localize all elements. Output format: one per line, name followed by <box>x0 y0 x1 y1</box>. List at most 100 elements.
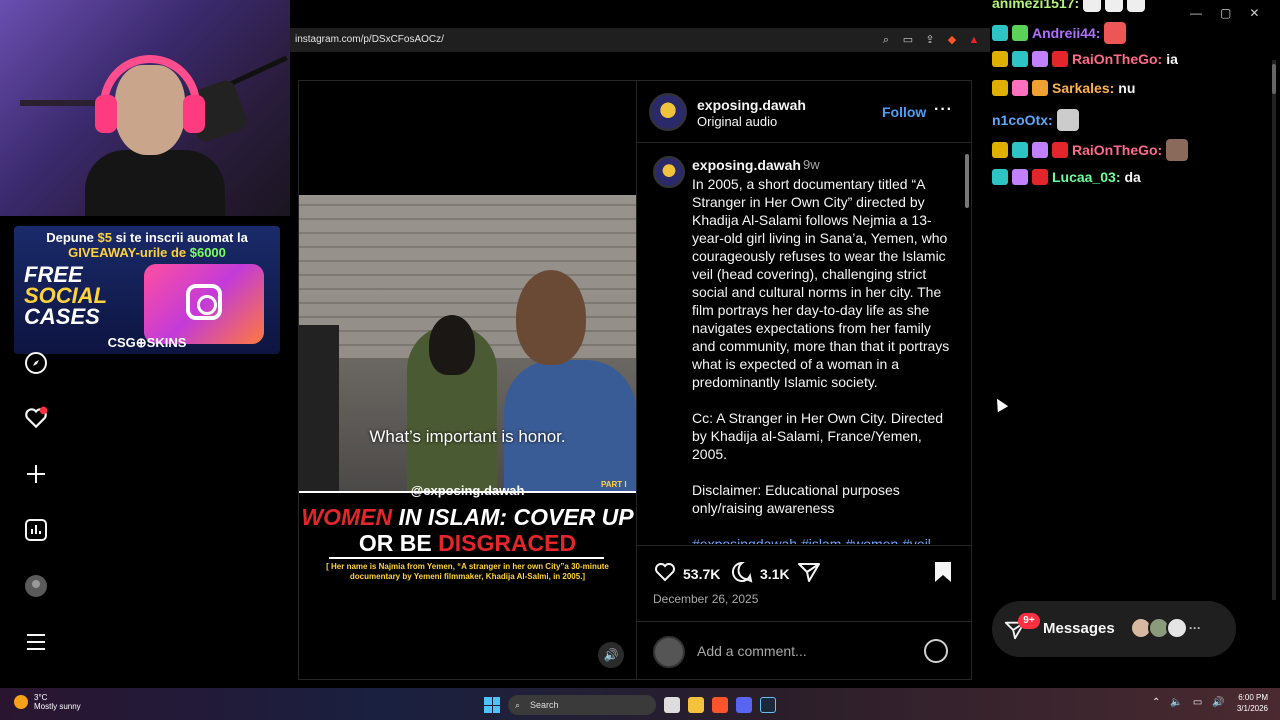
like-count: 53.7K <box>683 565 721 582</box>
chat-text: nu <box>1118 80 1136 96</box>
post-sidebar: exposing.dawah Original audio Follow ···… <box>636 81 972 679</box>
taskbar-search[interactable]: ⌕ Search <box>508 695 656 715</box>
chart-icon[interactable] <box>22 516 50 544</box>
gift-badge-icon <box>1032 51 1048 67</box>
scrollbar-thumb[interactable] <box>965 154 969 208</box>
badge-icon <box>1012 25 1028 41</box>
chat-message: RaiOnTheGo: <box>992 139 1189 161</box>
windows-taskbar: 3°C Mostly sunny ⌕ Search ⌃ 🔈 ▭ 🔊 6:00 PM… <box>0 688 1280 720</box>
chat-username: RaiOnTheGo: <box>1072 51 1163 67</box>
avatar-icon[interactable] <box>22 572 50 600</box>
badge-icon <box>992 169 1008 185</box>
file-explorer-icon[interactable] <box>688 697 704 713</box>
headline-in-islam: IN ISLAM: <box>392 504 514 530</box>
caption-scrollbar[interactable] <box>964 146 970 544</box>
close-icon[interactable]: ✕ <box>1249 6 1259 20</box>
weather-condition: Mostly sunny <box>34 702 81 711</box>
badge-icon <box>1012 80 1028 96</box>
hashtags[interactable]: #exposingdawah #islam #women #veil <box>692 535 952 544</box>
clock-date: 3/1/2026 <box>1236 704 1268 713</box>
steam-icon[interactable] <box>760 697 776 713</box>
reel-video[interactable]: What’s important is honor. @exposing.daw… <box>299 81 636 679</box>
messages-pill[interactable]: 9+ Messages ··· <box>992 601 1236 657</box>
audio-label[interactable]: Original audio <box>697 114 777 129</box>
bookmark-icon[interactable] <box>932 560 954 584</box>
browser-toolbar: ⌕ ▭ ⇪ ◆ ▲ <box>878 32 982 48</box>
chat-scrollbar[interactable] <box>1272 60 1276 600</box>
author-username[interactable]: exposing.dawah <box>697 97 806 113</box>
monitor-icon[interactable]: ▭ <box>1193 697 1202 708</box>
brave-rewards-icon[interactable]: ▲ <box>966 32 982 48</box>
video-small-caption: [ Her name is Najmia from Yemen, “A stra… <box>326 562 609 581</box>
chat-text: ia <box>1166 51 1178 67</box>
crown-badge-icon <box>992 142 1008 158</box>
divider <box>329 557 604 559</box>
promo-line2-prefix: GIVEAWAY-urile de <box>68 245 190 260</box>
hamburger-icon[interactable] <box>22 628 50 656</box>
clock-time: 6:00 PM <box>1238 693 1268 702</box>
veil <box>429 315 475 375</box>
emote <box>1166 139 1189 161</box>
caption-username[interactable]: exposing.dawah <box>692 157 801 173</box>
messages-label: Messages <box>1043 620 1115 637</box>
volume-icon[interactable]: 🔊 <box>1212 697 1224 708</box>
plus-icon[interactable] <box>22 460 50 488</box>
promo-line1: Depune $5 si te inscrii auomat la <box>14 230 280 245</box>
chat-message: RaiOnTheGo: ia <box>992 51 1178 67</box>
volume-icon[interactable]: 🔊 <box>598 642 624 668</box>
share-icon[interactable]: ⇪ <box>922 32 938 48</box>
post-header: exposing.dawah Original audio Follow ··· <box>637 81 972 143</box>
streamer-body <box>85 150 225 216</box>
promo-social: SOCIAL <box>24 283 108 308</box>
badge-icon <box>1012 142 1028 158</box>
author-avatar[interactable] <box>649 93 687 131</box>
clock[interactable]: 6:00 PM 3/1/2026 <box>1226 692 1268 714</box>
share-icon[interactable] <box>797 560 821 584</box>
minimize-icon[interactable]: — <box>1190 6 1202 20</box>
screen-icon[interactable]: ▭ <box>900 32 916 48</box>
comment-group: 3.1K <box>730 560 790 587</box>
promo-free: FREE <box>24 262 83 287</box>
chevron-up-icon[interactable]: ⌃ <box>1152 697 1160 708</box>
follow-button[interactable]: Follow <box>882 104 926 120</box>
compass-icon[interactable] <box>22 349 50 377</box>
url-text[interactable]: instagram.com/p/DSxCFosAOCz/ <box>295 34 444 45</box>
speaker-icon[interactable]: 🔈 <box>1170 697 1182 708</box>
promo-banner: Depune $5 si te inscrii auomat la GIVEAW… <box>14 226 280 354</box>
emoji-icon[interactable] <box>924 639 948 663</box>
comment-icon[interactable] <box>730 560 754 587</box>
caption-avatar[interactable] <box>653 156 685 188</box>
chat-scrollbar-thumb[interactable] <box>1272 64 1276 94</box>
recent-avatars: ··· <box>1130 617 1206 639</box>
maximize-icon[interactable]: ▢ <box>1220 6 1231 20</box>
more-options-icon[interactable]: ··· <box>934 101 953 119</box>
video-headline-2: OR BE DISGRACED <box>299 530 636 557</box>
comment-input[interactable]: Add a comment... <box>697 643 807 659</box>
badge-icon <box>1052 51 1068 67</box>
chat-message: animezi1517: <box>992 0 1146 12</box>
caption-paragraph: Disclaimer: Educational purposes only/ra… <box>692 482 900 516</box>
brave-browser-icon[interactable] <box>712 697 728 713</box>
video-part-label: PART I <box>601 480 627 489</box>
post-date: December 26, 2025 <box>653 592 759 606</box>
gift-badge-icon <box>1032 80 1048 96</box>
gift-badge-icon <box>1012 169 1028 185</box>
chat-username: Andreii44: <box>1032 25 1101 41</box>
windows-start-icon[interactable] <box>484 697 500 713</box>
caption-paragraph: In 2005, a short documentary titled “A S… <box>692 176 950 390</box>
promo-line2: GIVEAWAY-urile de $6000 <box>14 245 280 260</box>
task-view-icon[interactable] <box>664 697 680 713</box>
heart-icon[interactable] <box>653 560 677 587</box>
zoom-icon[interactable]: ⌕ <box>878 32 894 48</box>
brave-shield-icon[interactable]: ◆ <box>944 32 960 48</box>
chat-username: Sarkales: <box>1052 80 1115 96</box>
discord-icon[interactable] <box>736 697 752 713</box>
girl-denim <box>504 270 636 491</box>
weather-widget[interactable]: 3°C Mostly sunny <box>14 693 81 711</box>
promo-cases: CASES <box>24 304 100 329</box>
heart-icon[interactable] <box>22 404 50 432</box>
promo-line2-amount: $6000 <box>189 245 226 260</box>
promo-line1-suffix: si te inscrii auomat la <box>111 230 248 245</box>
gift-badge-icon <box>1032 142 1048 158</box>
headline-cover: COVER <box>513 504 596 530</box>
